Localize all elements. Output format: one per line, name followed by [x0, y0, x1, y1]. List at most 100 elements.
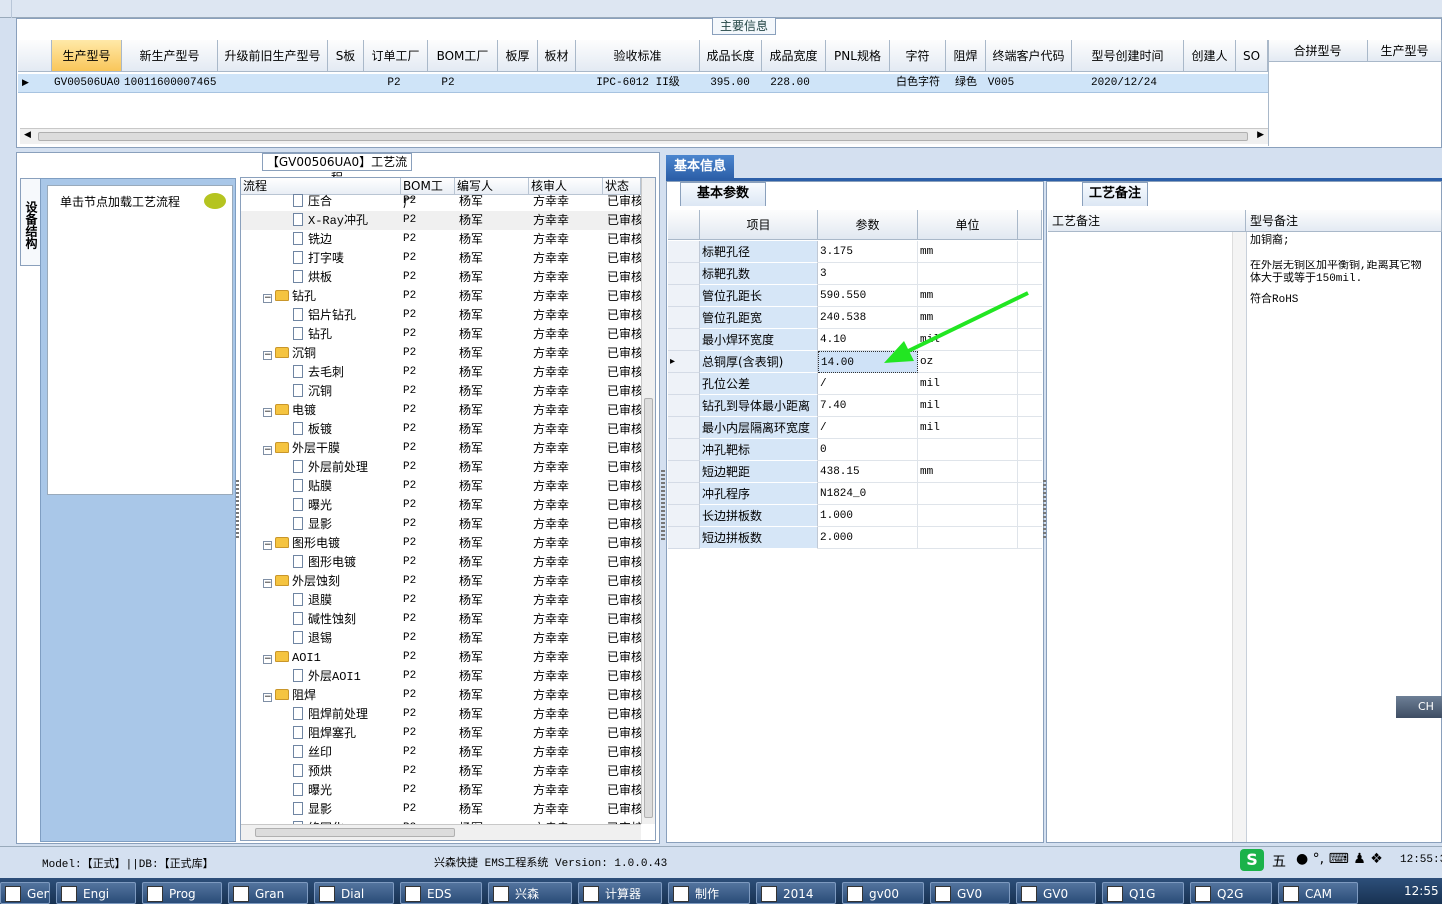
language-indicator[interactable]: CH	[1396, 696, 1442, 718]
row-selector[interactable]	[668, 505, 700, 527]
row-selector[interactable]	[668, 461, 700, 483]
param-header-unit[interactable]: 单位	[918, 210, 1018, 240]
tree-node-label[interactable]: − 沉铜	[263, 344, 401, 363]
collapse-icon[interactable]: −	[263, 579, 272, 588]
tree-item-row[interactable]: 显影 P2 杨军 方幸幸 已审核	[241, 800, 641, 819]
col-header-order-factory[interactable]: 订单工厂	[364, 40, 428, 72]
tree-node-label[interactable]: 碱性蚀刻	[293, 610, 401, 629]
col-header-thickness[interactable]: 板厚	[498, 40, 538, 72]
tab-basic-params[interactable]: 基本参数	[680, 182, 766, 206]
param-value[interactable]: 2.000	[818, 527, 918, 549]
scroll-thumb[interactable]	[255, 828, 455, 837]
row-selector[interactable]	[668, 417, 700, 439]
col-header-production-model[interactable]: 生产型号	[52, 40, 122, 72]
col-header-created[interactable]: 型号创建时间	[1072, 40, 1184, 72]
tree-node-label[interactable]: 钻孔	[293, 325, 401, 344]
cell-production-model[interactable]: GV00506UA0	[54, 74, 122, 93]
param-unit[interactable]: mm	[918, 241, 1018, 263]
ime-logo-icon[interactable]: S	[1240, 849, 1264, 871]
tree-item-row[interactable]: 碱性蚀刻 P2 杨军 方幸幸 已审核	[241, 610, 641, 629]
collapse-icon[interactable]: −	[263, 446, 272, 455]
cell-length[interactable]: 395.00	[700, 74, 760, 93]
param-unit[interactable]: mil	[918, 417, 1018, 439]
tree-node-label[interactable]: 丝印	[293, 743, 401, 762]
tree-node-label[interactable]: 图形电镀	[293, 553, 401, 572]
tree-vscrollbar[interactable]	[641, 178, 655, 824]
tree-node-label[interactable]: − 图形电镀	[263, 534, 401, 553]
tree-folder-row[interactable]: − 阻焊 P2 杨军 方幸幸 已审核	[241, 686, 641, 705]
param-header-item[interactable]: 项目	[700, 210, 818, 240]
tree-node-label[interactable]: 沉铜	[293, 382, 401, 401]
param-unit[interactable]	[918, 505, 1018, 527]
row-selector[interactable]	[668, 373, 700, 395]
taskbar-button[interactable]: CAM	[1278, 882, 1358, 904]
scroll-right-icon[interactable]: ▶	[1257, 130, 1264, 140]
cell-mask[interactable]: 绿色	[946, 74, 986, 93]
ime-mode[interactable]: 五	[1272, 851, 1286, 871]
tree-node-label[interactable]: 显影	[293, 515, 401, 534]
col-header-old-model[interactable]: 升级前旧生产型号	[218, 40, 328, 72]
cell-new-model[interactable]: 10011600007465	[124, 74, 218, 93]
tree-node-label[interactable]: − 阻焊	[263, 686, 401, 705]
taskbar-button[interactable]: GV0	[1016, 882, 1096, 904]
param-value[interactable]: 1.000	[818, 505, 918, 527]
scroll-thumb[interactable]	[38, 132, 1248, 141]
row-selector[interactable]	[668, 263, 700, 285]
tree-item-row[interactable]: 预烘 P2 杨军 方幸幸 已审核	[241, 762, 641, 781]
col-header-mask[interactable]: 阻焊	[946, 40, 986, 72]
tree-item-row[interactable]: 铝片钻孔 P2 杨军 方幸幸 已审核	[241, 306, 641, 325]
tree-folder-row[interactable]: − 外层蚀刻 P2 杨军 方幸幸 已审核	[241, 572, 641, 591]
tree-folder-row[interactable]: − 图形电镀 P2 杨军 方幸幸 已审核	[241, 534, 641, 553]
tree-node-label[interactable]: 压合	[293, 192, 401, 211]
tree-node-label[interactable]: 曝光	[293, 496, 401, 515]
col-header-pnl[interactable]: PNL规格	[826, 40, 890, 72]
taskbar-button[interactable]: 制作	[668, 882, 750, 904]
param-value[interactable]: /	[818, 373, 918, 395]
tree-item-row[interactable]: 曝光 P2 杨军 方幸幸 已审核	[241, 781, 641, 800]
tree-node-label[interactable]: 贴膜	[293, 477, 401, 496]
tree-folder-row[interactable]: − AOI1 P2 杨军 方幸幸 已审核	[241, 648, 641, 667]
tree-node-label[interactable]: 阻焊前处理	[293, 705, 401, 724]
taskbar-button[interactable]: Q2G	[1190, 882, 1272, 904]
taskbar-button[interactable]: 2014	[756, 882, 836, 904]
tree-node-label[interactable]: 铣边	[293, 230, 401, 249]
scroll-left-icon[interactable]: ◀	[24, 130, 31, 140]
col-header-length[interactable]: 成品长度	[700, 40, 762, 72]
cell-acceptance[interactable]: IPC-6012 II级	[576, 74, 700, 93]
cell-bom-factory[interactable]: P2	[428, 74, 468, 93]
tree-node-label[interactable]: 退锡	[293, 629, 401, 648]
tree-item-row[interactable]: 图形电镀 P2 杨军 方幸幸 已审核	[241, 553, 641, 572]
param-unit[interactable]: mil	[918, 373, 1018, 395]
param-value[interactable]: /	[818, 417, 918, 439]
tree-node-label[interactable]: 阻焊塞孔	[293, 724, 401, 743]
tree-item-row[interactable]: 丝印 P2 杨军 方幸幸 已审核	[241, 743, 641, 762]
row-selector[interactable]: ▸	[668, 351, 700, 373]
tree-node-label[interactable]: 外层前处理	[293, 458, 401, 477]
tree-node-label[interactable]: 退膜	[293, 591, 401, 610]
tree-item-row[interactable]: 退锡 P2 杨军 方幸幸 已审核	[241, 629, 641, 648]
taskbar-button[interactable]: gv00	[842, 882, 924, 904]
col-header-customer[interactable]: 终端客户代码	[986, 40, 1072, 72]
tree-folder-row[interactable]: − 外层干膜 P2 杨军 方幸幸 已审核	[241, 439, 641, 458]
tree-item-row[interactable]: 沉铜 P2 杨军 方幸幸 已审核	[241, 382, 641, 401]
tree-folder-row[interactable]: − 钻孔 P2 杨军 方幸幸 已审核	[241, 287, 641, 306]
row-selector[interactable]	[668, 527, 700, 549]
param-value[interactable]: 0	[818, 439, 918, 461]
tree-item-row[interactable]: 打字唛 P2 杨军 方幸幸 已审核	[241, 249, 641, 268]
tree-item-row[interactable]: 阻焊塞孔 P2 杨军 方幸幸 已审核	[241, 724, 641, 743]
tree-node-label[interactable]: 板镀	[293, 420, 401, 439]
grid-corner[interactable]	[18, 40, 52, 72]
taskbar-button[interactable]: GV0	[930, 882, 1010, 904]
row-selector[interactable]	[668, 483, 700, 505]
tree-node-label[interactable]: 预烘	[293, 762, 401, 781]
col-header-char[interactable]: 字符	[890, 40, 946, 72]
tree-folder-row[interactable]: − 电镀 P2 杨军 方幸幸 已审核	[241, 401, 641, 420]
cell-width[interactable]: 228.00	[762, 74, 818, 93]
tree-node-label[interactable]: 曝光	[293, 781, 401, 800]
param-header-value[interactable]: 参数	[818, 210, 918, 240]
col-header-so[interactable]: SO	[1236, 40, 1268, 72]
ime-tools-icons[interactable]: ● °, ⌨ ♟ ❖	[1296, 851, 1383, 867]
param-unit[interactable]	[918, 527, 1018, 549]
row-selector[interactable]	[668, 395, 700, 417]
collapse-icon[interactable]: −	[263, 351, 272, 360]
